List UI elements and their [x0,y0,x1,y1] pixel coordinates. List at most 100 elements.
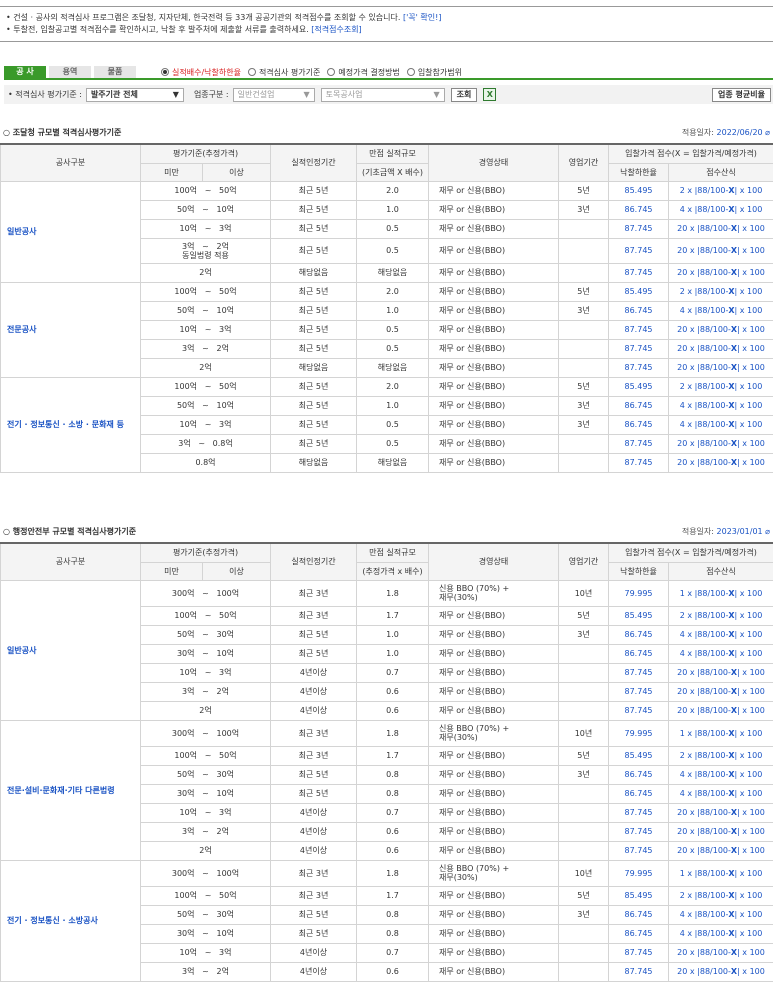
radio-participation[interactable]: 입찰참가범위 [406,67,462,78]
industry-select[interactable]: 일반건설업 ▼ [232,87,315,102]
tab-service[interactable]: 용역 [49,66,91,78]
col-header-price-score: 입찰가격 점수(X = 입찰가격/예정가격) [607,542,773,563]
formula-cell: 20 x |88/100-X| x 100 [667,662,773,683]
years-cell [558,923,609,944]
amount-range: 3억 ~ 2억 [140,821,271,842]
average-ratio-button[interactable]: 업종 평균비율 [712,87,771,102]
rate-cell: 85.495 [608,745,669,766]
category-tabs: 공 사 용역 물품 실적배수/낙찰하한율 적격심사 평가기준 예정가격 결정방법… [4,66,773,80]
rate-cell: 87.745 [608,802,669,823]
category-cell[interactable]: 전문공사 [0,281,141,378]
col-header-category: 공사구분 [0,542,141,581]
rate-cell: 85.495 [608,180,669,201]
finance-cell: 재무 or 신용(BBO) [428,764,559,785]
notice-link-confirm[interactable]: ['꼭' 확인!] [403,13,441,22]
rate-cell: 86.745 [608,923,669,944]
radio-criteria[interactable]: 적격심사 평가기준 [247,67,320,78]
years-cell [558,783,609,804]
excel-icon[interactable]: X [483,88,497,101]
finance-cell: 신용 BBO (70%) + 재무(30%) [428,859,559,887]
years-cell [558,662,609,683]
col-header-years: 영업기간 [558,542,609,581]
amount-range: 30억 ~ 10억 [140,783,271,804]
search-button[interactable]: 조회 [450,87,478,102]
col-header-criteria: 평가기준(추정가격) [140,143,271,164]
formula-cell: 20 x |88/100-X| x 100 [667,452,773,473]
formula-cell: 1 x |88/100-X| x 100 [667,719,773,747]
finance-cell: 재무 or 신용(BBO) [428,319,559,340]
col-header-scale-sub: (추정가격 x 배수) [356,561,429,581]
formula-cell: 1 x |88/100-X| x 100 [667,579,773,607]
formula-cell: 4 x |88/100-X| x 100 [667,199,773,220]
category-cell[interactable]: 전문·설비·문화재·기타 다른법령 [0,719,141,861]
years-cell [558,262,609,283]
col-header-years: 영업기간 [558,143,609,182]
col-header-rate: 낙찰하한율 [608,162,669,182]
notice-link-score[interactable]: [적격점수조회] [311,25,361,34]
rate-cell: 87.745 [608,961,669,982]
years-cell [558,681,609,702]
scale-cell: 1.0 [356,643,429,664]
period-cell: 해당없음 [270,357,357,378]
years-cell [558,942,609,963]
radio-price-method[interactable]: 예정가격 결정방법 [327,67,400,78]
finance-cell: 재무 or 신용(BBO) [428,281,559,302]
category-cell[interactable]: 전기 · 정보통신 · 소방공사 [0,859,141,982]
finance-cell: 재무 or 신용(BBO) [428,821,559,842]
col-header-finance: 경영상태 [428,143,559,182]
finance-cell: 재무 or 신용(BBO) [428,237,559,264]
finance-cell: 신용 BBO (70%) + 재무(30%) [428,719,559,747]
section-1-date: 2022/06/20 [716,127,763,137]
rate-cell: 87.745 [608,218,669,239]
rate-cell: 87.745 [608,840,669,861]
criteria-table-1: 공사구분 평가기준(추정가격) 실적인정기간 만점 실적규모 경영상태 영업기간… [0,143,773,473]
amount-range: 100억 ~ 50억 [140,605,271,626]
paperclip-icon[interactable]: ⌀ [765,527,770,536]
category-cell[interactable]: 일반공사 [0,579,141,721]
scale-cell: 1.8 [356,579,429,607]
view-radio-group: 실적배수/낙찰하한율 적격심사 평가기준 예정가격 결정방법 입찰참가범위 [161,66,469,78]
finance-cell: 재무 or 신용(BBO) [428,376,559,397]
scale-cell: 0.7 [356,802,429,823]
amount-range: 0.8억 [140,452,271,473]
category-cell[interactable]: 일반공사 [0,180,141,283]
col-header-formula: 점수산식 [667,162,773,182]
amount-range: 10억 ~ 3억 [140,218,271,239]
col-header-below: 미만 [140,561,203,581]
subindustry-select[interactable]: 토목공사업 ▼ [320,87,445,102]
scale-cell: 0.7 [356,942,429,963]
period-cell: 최근 5년 [270,281,357,302]
agency-select[interactable]: 발주기관 전체 ▼ [85,87,184,102]
table-row: 전기 · 정보통신 · 소방공사 300억 ~ 100억 최근 3년 1.8 신용 BB… [0,859,773,982]
scale-cell: 2.0 [356,180,429,201]
section-1-header: ○ 조달청 규모별 적격심사평가기준 적용일자: 2022/06/20 ⌀ [3,127,770,137]
years-cell: 5년 [558,376,609,397]
radio-performance[interactable]: 실적배수/낙찰하한율 [161,67,241,78]
finance-cell: 재무 or 신용(BBO) [428,433,559,454]
section-2-date: 2023/01/01 [716,526,763,536]
paperclip-icon[interactable]: ⌀ [765,128,770,137]
col-header-criteria: 평가기준(추정가격) [140,542,271,563]
period-cell: 최근 5년 [270,624,357,645]
rate-cell: 87.745 [608,237,669,264]
scale-cell: 0.7 [356,662,429,683]
tab-construction[interactable]: 공 사 [4,66,46,78]
amount-range: 3억 ~ 2억 [140,961,271,982]
formula-cell: 4 x |88/100-X| x 100 [667,783,773,804]
amount-range: 3억 ~ 2억 [140,681,271,702]
formula-cell: 20 x |88/100-X| x 100 [667,262,773,283]
scale-cell: 2.0 [356,281,429,302]
amount-range: 100억 ~ 50억 [140,180,271,201]
years-cell [558,357,609,378]
amount-range: 3억 ~ 0.8억 [140,433,271,454]
category-cell[interactable]: 전기 · 정보통신 · 소방 · 문화재 등 [0,376,141,473]
finance-cell: 재무 or 신용(BBO) [428,180,559,201]
years-cell: 3년 [558,764,609,785]
period-cell: 최근 3년 [270,719,357,747]
period-cell: 최근 5년 [270,338,357,359]
chevron-down-icon: ▼ [433,90,440,99]
tab-goods[interactable]: 물품 [94,66,136,78]
rate-cell: 85.495 [608,885,669,906]
formula-cell: 4 x |88/100-X| x 100 [667,300,773,321]
scale-cell: 1.0 [356,199,429,220]
